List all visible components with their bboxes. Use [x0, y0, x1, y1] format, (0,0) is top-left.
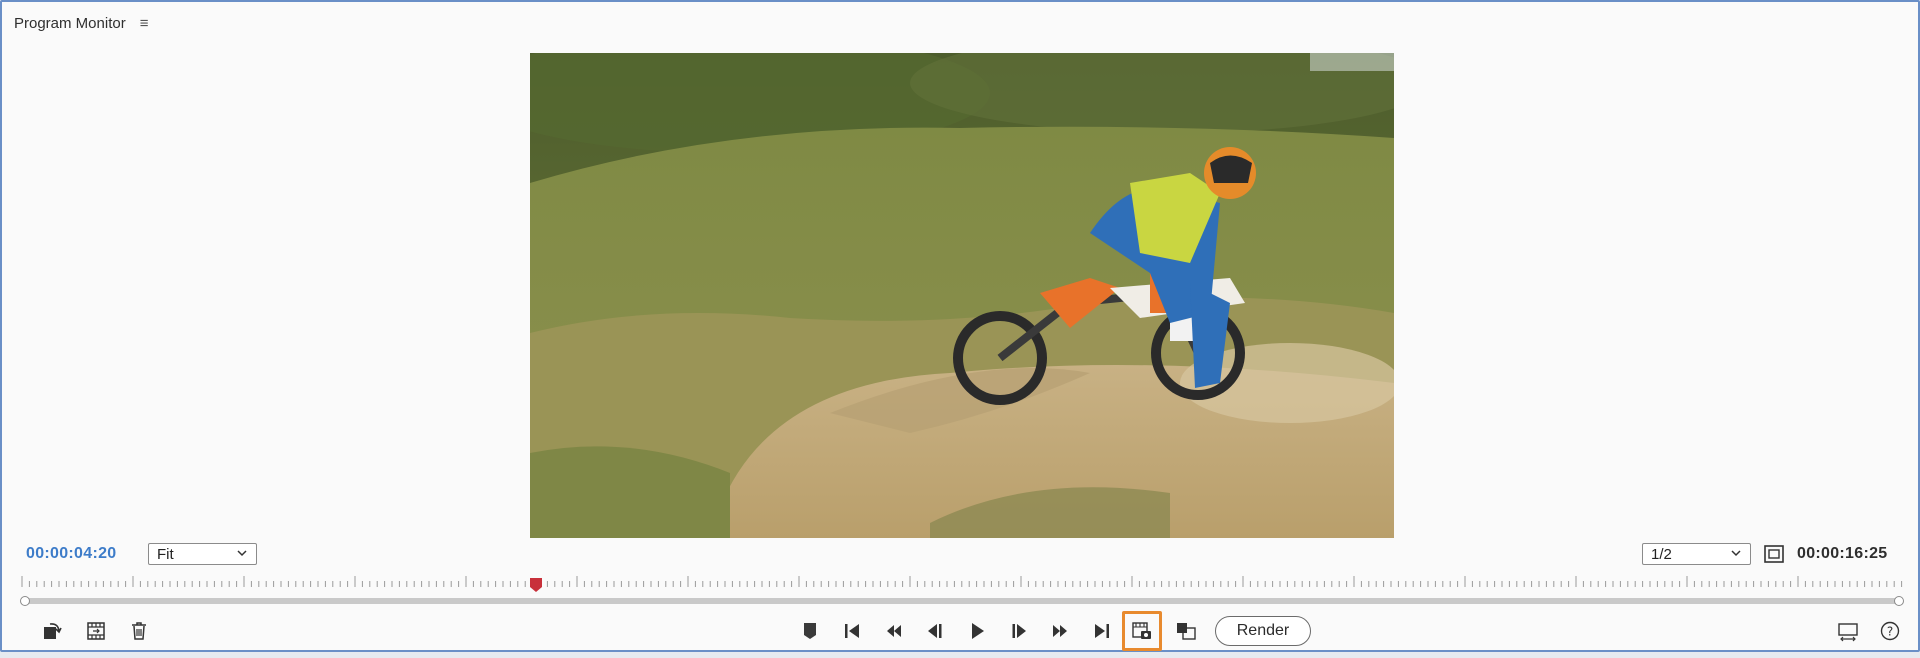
video-frame-image: [530, 53, 1394, 538]
go-to-in-button[interactable]: [838, 617, 866, 645]
chevron-down-icon: [237, 550, 247, 557]
duration-timecode: 00:00:16:25: [1797, 545, 1888, 562]
go-to-in-icon: [845, 624, 859, 638]
play-icon: [972, 623, 984, 639]
zoom-level-value: Fit: [157, 545, 174, 563]
zoom-scrollbar-track: [26, 598, 1898, 604]
step-forward-button[interactable]: [1046, 617, 1074, 645]
zoom-scrollbar[interactable]: [20, 595, 1904, 607]
bottom-strip: [0, 652, 1920, 658]
go-to-out-button[interactable]: [1088, 617, 1116, 645]
button-editor-button[interactable]: [1834, 617, 1862, 645]
export-frame-icon: [1132, 622, 1151, 639]
delete-button[interactable]: [125, 617, 153, 645]
export-frame-button[interactable]: [1122, 611, 1162, 651]
step-forward-icon: [1053, 625, 1067, 637]
step-back-frame-button[interactable]: [921, 617, 949, 645]
button-editor-icon: [1838, 623, 1858, 642]
playback-resolution-value: 1/2: [1651, 545, 1672, 563]
add-marker-button[interactable]: [796, 617, 824, 645]
step-back-icon: [887, 625, 901, 637]
step-forward-frame-button[interactable]: [1005, 617, 1033, 645]
zoom-scrollbar-left-handle[interactable]: [20, 596, 30, 606]
trash-icon: [132, 622, 146, 640]
svg-text:?: ?: [1887, 625, 1893, 639]
zoom-level-select[interactable]: Fit: [148, 543, 257, 565]
program-monitor-panel: Program Monitor ≡ 00:00:04:20 Fit 1/2 00…: [0, 0, 1920, 652]
clip-frame-icon: [87, 622, 105, 640]
compare-view-button[interactable]: [1172, 617, 1200, 645]
video-preview: [530, 53, 1394, 538]
chevron-down-icon: [1731, 550, 1741, 557]
step-forward-frame-icon: [1012, 624, 1026, 638]
compare-view-icon: [1177, 623, 1196, 640]
playback-resolution-select[interactable]: 1/2: [1642, 543, 1751, 565]
time-ruler[interactable]: [20, 574, 1904, 588]
clip-frame-button[interactable]: [82, 617, 110, 645]
step-back-button[interactable]: [880, 617, 908, 645]
rotate-button[interactable]: [38, 617, 66, 645]
zoom-scrollbar-right-handle[interactable]: [1894, 596, 1904, 606]
panel-header: Program Monitor ≡: [14, 12, 148, 34]
rotate-icon: [44, 623, 62, 639]
render-button[interactable]: Render: [1215, 616, 1311, 646]
help-icon: ?: [1880, 621, 1900, 641]
step-back-frame-icon: [928, 624, 942, 638]
hamburger-menu-icon[interactable]: ≡: [140, 16, 149, 31]
fullscreen-icon: [1764, 545, 1784, 563]
add-marker-icon: [804, 623, 816, 639]
help-button[interactable]: ?: [1876, 617, 1904, 645]
go-to-out-icon: [1095, 624, 1109, 638]
current-timecode[interactable]: 00:00:04:20: [26, 545, 116, 563]
play-button[interactable]: [963, 617, 991, 645]
fullscreen-button[interactable]: [1763, 543, 1785, 565]
playhead-marker[interactable]: [529, 577, 543, 593]
panel-title: Program Monitor: [14, 14, 126, 32]
